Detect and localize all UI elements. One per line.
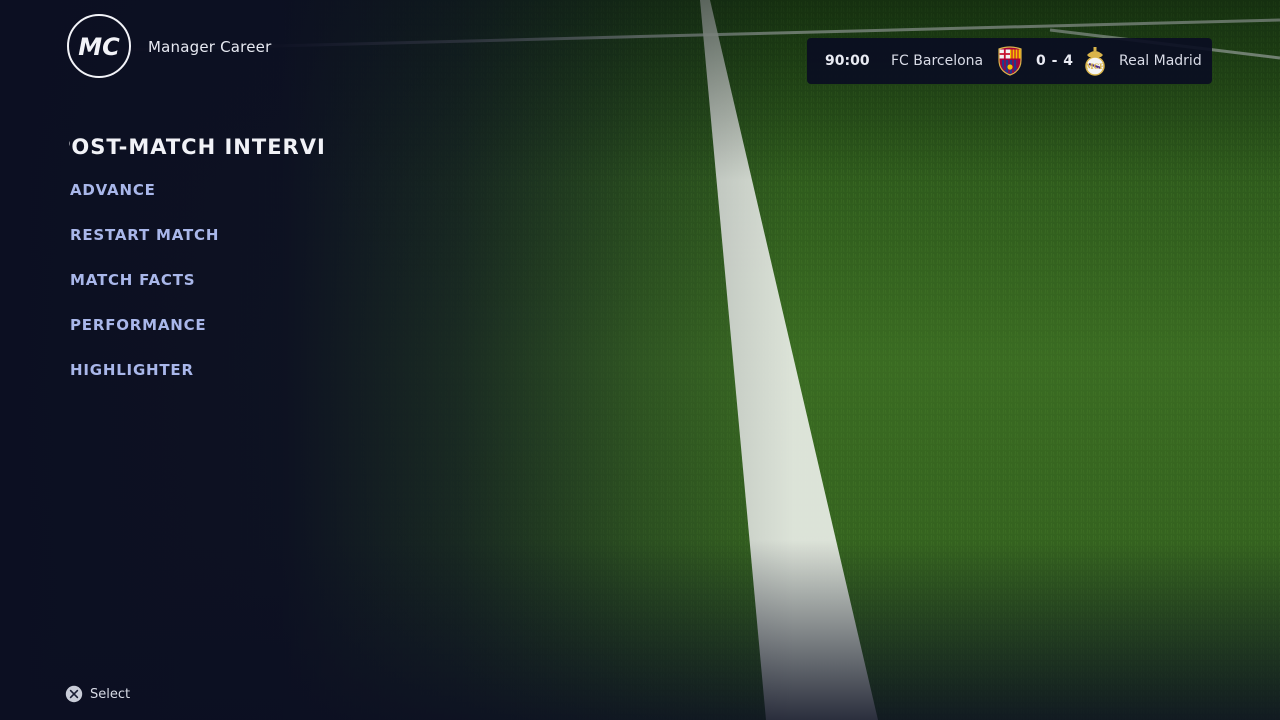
menu-item-performance[interactable]: PERFORMANCE [70, 313, 219, 358]
home-team-name: FC Barcelona [891, 53, 984, 69]
logo-text: MC [78, 33, 120, 61]
match-clock: 90:00 [825, 53, 870, 69]
menu-item-highlighter[interactable]: HIGHLIGHTER [70, 358, 219, 403]
select-hint: Select [65, 685, 130, 703]
menu-heading: POST-MATCH INTERVI [69, 135, 326, 159]
match-score: 0 - 4 [1036, 53, 1074, 69]
fc-barcelona-crest-icon [998, 46, 1022, 76]
manager-career-logo: MC [67, 14, 131, 78]
cross-button-icon [65, 685, 83, 703]
menu-item-advance[interactable]: ADVANCE [70, 178, 219, 223]
real-madrid-crest-icon: MCF [1085, 47, 1105, 76]
scoreboard: 90:00 FC Barcelona 0 - 4 MCF Real Madrid [807, 38, 1212, 84]
svg-text:MCF: MCF [1086, 62, 1104, 71]
mode-title: Manager Career [148, 38, 272, 56]
post-match-menu: ADVANCE RESTART MATCH MATCH FACTS PERFOR… [70, 178, 219, 403]
menu-heading-clip: POST-MATCH INTERVI [69, 132, 335, 164]
menu-item-restart-match[interactable]: RESTART MATCH [70, 223, 219, 268]
game-screen: MC Manager Career 90:00 FC Barcelona 0 -… [0, 0, 1280, 720]
select-hint-label: Select [90, 686, 131, 702]
menu-item-match-facts[interactable]: MATCH FACTS [70, 268, 219, 313]
away-team-name: Real Madrid [1119, 53, 1202, 69]
